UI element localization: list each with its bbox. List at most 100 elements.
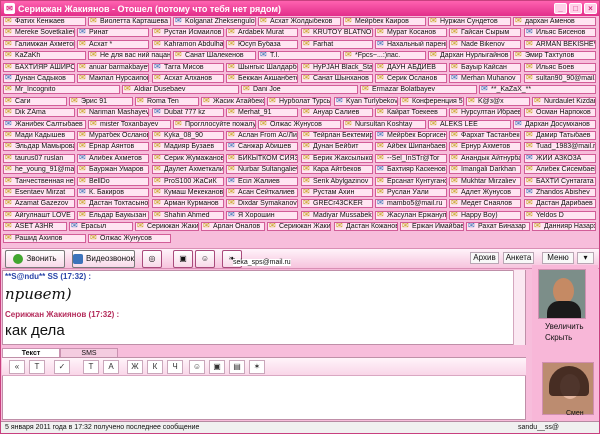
contact-tab[interactable]: К. Бакиров [77,188,149,197]
contact-tab[interactable]: Mr_Incognito [3,85,120,94]
contact-tab[interactable]: Дастан Дарибаев [524,199,596,208]
contact-tab[interactable]: Юсуп Бубаза [226,40,298,49]
contact-tab[interactable]: Олжас Жунусов [88,234,171,243]
contact-tab[interactable]: mambo5@mail.ru [375,199,447,208]
call-button[interactable]: Звонить [5,250,65,268]
contact-tab[interactable]: Kolganat Zheksengulov [173,17,256,26]
archive-button[interactable]: Архив [470,252,499,264]
quote-icon[interactable]: « [9,360,25,374]
contact-tab[interactable]: Арлан Оналов [201,222,265,231]
underline-icon[interactable]: Ч [167,360,183,374]
contact-tab[interactable]: Санат Шалекенов [173,51,256,60]
contact-tab[interactable]: Tuad_1983@mail.ru [524,142,596,151]
contact-tab[interactable]: Серикжан Жакиянов [135,222,199,231]
contact-tab[interactable]: Дунан Садыков [3,74,75,83]
contact-tab[interactable]: Esentaev Mirzat [3,188,75,197]
contact-tab[interactable]: Azamat Gazezov [3,199,75,208]
close-button[interactable]: × [584,3,597,14]
contact-tab[interactable]: Yeldos D [524,211,596,220]
contact-tab[interactable]: Serik Abylgazinov [301,177,373,186]
contact-tab[interactable]: Happy Boy) [449,211,521,220]
photo-icon[interactable]: ▣ [209,360,225,374]
contact-tab[interactable]: ДАУН АБДИЕВ [375,63,447,72]
contact-tab[interactable]: Ануар Салиев [301,108,373,117]
contact-tab[interactable]: Ardabek Murat [226,28,298,37]
contact-tab[interactable]: Берик Жаксылыков [301,154,373,163]
contact-tab[interactable]: Алибек Сисембаев [524,165,596,174]
video-call-button[interactable]: Видеозвонок [72,250,135,268]
contact-tab[interactable]: Серик Осланов [375,74,447,83]
contact-tab[interactable]: Нахальный парень NHL-1 [375,40,447,49]
contact-tab[interactable]: Санжар Абишев [226,142,298,151]
hide-link[interactable]: Скрыть [545,333,572,342]
contact-tab[interactable]: Shahin Ahmed [152,211,224,220]
contact-tab[interactable]: Бауыр Кайсан [449,63,521,72]
contact-tab[interactable]: Roma Ten [135,97,199,106]
contact-tab[interactable]: Олжас Жунусов [258,120,341,129]
contact-tab[interactable]: Эрис 91 [69,97,133,106]
contact-tab[interactable]: Dubat 777 kz [152,108,224,117]
font-icon[interactable]: T [83,360,99,374]
contact-tab[interactable]: Zhandos Abishev [524,188,596,197]
contact-tab[interactable]: Дастан Кожанов [334,222,398,231]
contact-tab[interactable]: Галимжан Ахметов [3,40,75,49]
contact-tab[interactable]: Муратбек Осланов [77,131,149,140]
contact-tab[interactable]: Кайрат Тоекеев [375,108,447,117]
contact-tab[interactable]: Рустан Исмаилов [152,28,224,37]
maximize-button[interactable]: □ [569,3,582,14]
contact-tab[interactable]: Merhan Muhanov [449,74,521,83]
contact-tab[interactable]: Айбек Шипанбаев [375,142,447,151]
contact-tab[interactable]: Асхат Алханов [152,74,224,83]
minimize-button[interactable]: _ [554,3,567,14]
contact-tab[interactable]: Нурболат Турсынов [267,97,331,106]
contact-tab[interactable]: T.I. [258,51,341,60]
contact-tab[interactable]: Айгулнашт LOVE [3,211,75,220]
contact-tab[interactable]: Алибек Ахметов [77,154,149,163]
contact-tab[interactable]: Aldiar Dusebaev [122,85,239,94]
contact-tab[interactable]: Мейрбек Каиров [343,17,426,26]
contact-tab[interactable]: Макпал Нурсаипова [77,74,149,83]
contact-tab[interactable]: Даннияр Назарханов [532,222,596,231]
contact-tab[interactable]: ЖИЙ АЗКО3А [524,154,596,163]
contact-tab[interactable]: БЙКЫТКОМ СИЯЗОВ [226,154,298,163]
contact-tab[interactable]: Ержан Имайбаев [400,222,464,231]
contact-tab[interactable]: Кумаш Мекеканов [152,188,224,197]
contact-tab[interactable]: Рахат Биназар [466,222,530,231]
contact-tab[interactable]: Не для вас ний пацана растым [88,51,171,60]
color-icon[interactable]: A [103,360,119,374]
contact-tab[interactable]: Дунан Бейбит [301,142,373,151]
contact-tab[interactable]: БАХТИ Сунтагата [524,177,596,186]
contact-tab[interactable]: Гайсан Сырым [449,28,521,37]
contact-tab[interactable]: Конференция 5 [400,97,464,106]
contact-tab[interactable]: ProS100 ЖаCиК [152,177,224,186]
contact-tab[interactable]: Руслан Уали [375,188,447,197]
contact-tab[interactable]: Ermazar Bolatbayev [360,85,477,94]
contact-tab[interactable]: Асан Сейткалиев [226,188,298,197]
contact-tab[interactable]: Виолетта Карташева [88,17,171,26]
contact-tab[interactable]: Madiyar Mussabekov [301,211,373,220]
contact-tab[interactable]: Дархан Нурлыгайнов [428,51,511,60]
contact-tab[interactable]: Танчественная незнакомка [3,177,75,186]
contact-tab[interactable]: Nariman Mashayev [77,108,149,117]
contact-tab[interactable]: HyPJAH Black_StaR [301,63,373,72]
contact-tab[interactable]: Farhat [301,40,373,49]
wink-icon[interactable]: ✶ [249,360,265,374]
contact-tab[interactable]: Саги [3,97,67,106]
contact-tab[interactable]: Mukhtar Mirzaliev [449,177,521,186]
contact-tab[interactable]: Kyan Turlybekov [334,97,398,106]
contact-tab[interactable]: Nade Bikenov [449,40,521,49]
contact-tab[interactable]: Шынгыс Шалдарбеков [226,63,298,72]
contact-tab[interactable]: Фатих Кенжаев [3,17,86,26]
contact-tab[interactable]: Анандык Айтнурбаев [449,154,521,163]
contact-tab[interactable]: Дамир Татыбаев [524,131,596,140]
contact-tab[interactable]: Мурат Косанов [375,28,447,37]
contact-tab[interactable]: --Sel_InSTr@Tor [375,154,447,163]
message-scrollbar[interactable] [513,270,525,345]
contact-tab[interactable]: K@з@х [466,97,530,106]
contact-tab[interactable]: Ринат [77,28,149,37]
contact-tab[interactable]: БАХТИЯР АШИРОВ [3,63,75,72]
smile-icon[interactable]: ☺ [189,360,205,374]
contact-tab[interactable]: Бахтияр Каскенов [375,165,447,174]
contact-tab[interactable]: Dani Joe [241,85,358,94]
contact-tab[interactable]: Ерасыл [69,222,133,231]
